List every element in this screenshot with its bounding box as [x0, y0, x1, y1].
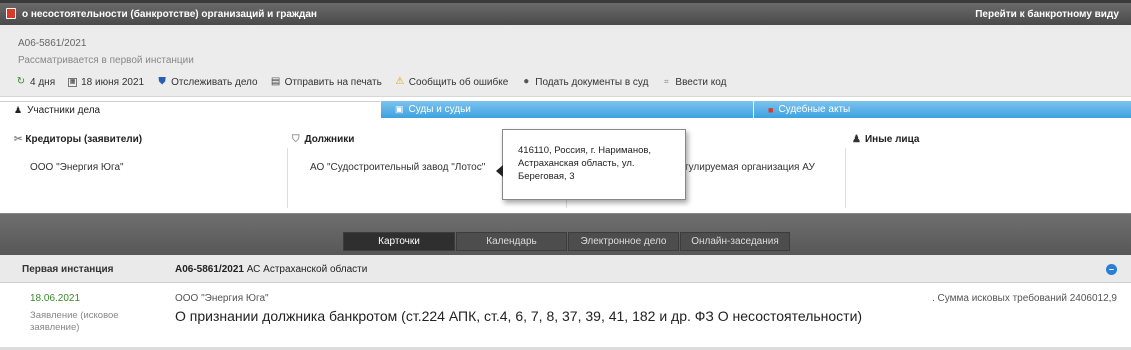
days-label: 4 дня — [30, 76, 56, 88]
card-party[interactable]: ООО "Энергия Юга" — [175, 293, 269, 304]
pdf-icon: ■ — [768, 104, 774, 115]
view-switcher-bar: Карточки Календарь Электронное дело Онла… — [0, 213, 1131, 255]
tab-online-sessions[interactable]: Онлайн-заседания — [680, 232, 790, 251]
case-category-title: о несостоятельности (банкротстве) органи… — [22, 9, 317, 20]
tab-electronic-case[interactable]: Электронное дело — [568, 232, 679, 251]
document-icon — [6, 8, 16, 19]
submit-documents-button[interactable]: ● Подать документы в суд — [521, 77, 648, 88]
calendar-icon: ▦ — [68, 77, 78, 87]
top-bar: о несостоятельности (банкротстве) органи… — [0, 0, 1131, 25]
tooltip-line: Астраханская область, ул. — [518, 158, 635, 169]
tab-court-acts-label: Судебные акты — [778, 104, 851, 115]
court-icon: ▣ — [395, 104, 404, 114]
address-tooltip: 416110, Россия, г. Нариманов, Астраханск… — [496, 129, 686, 200]
instance-case: А06-5861/2021 АС Астраханской области — [175, 264, 367, 275]
refresh-icon: ↻ — [16, 76, 26, 87]
collapse-icon[interactable]: – — [1106, 264, 1117, 275]
shield-icon: ⛊ — [158, 76, 166, 87]
view-tabs: Карточки Календарь Электронное дело Онла… — [343, 232, 791, 251]
column-divider — [845, 148, 846, 208]
instance-header: Первая инстанция А06-5861/2021 АС Астрах… — [0, 255, 1131, 283]
person-icon: ♟ — [14, 104, 23, 115]
instance-court: АС Астраханской области — [246, 264, 368, 275]
shield-icon: ⛉ — [292, 134, 300, 145]
instance-case-number[interactable]: А06-5861/2021 — [175, 264, 244, 275]
report-error-button[interactable]: ⚠ Сообщить об ошибке — [395, 77, 508, 88]
submit-documents-label: Подать документы в суд — [535, 76, 649, 88]
report-error-label: Сообщить об ошибке — [408, 76, 509, 88]
printer-icon: ▤ — [270, 76, 281, 87]
tab-courts-label: Суды и судьи — [408, 104, 471, 115]
upload-icon: ● — [523, 76, 530, 87]
third-party-name[interactable]: гулируемая организация АУ — [685, 162, 815, 173]
creditors-heading: ✂ Кредиторы (заявители) — [14, 134, 142, 145]
card-document-type: Заявление (исковое заявление) — [30, 310, 119, 333]
track-case-label: Отслеживать дело — [171, 76, 258, 88]
person-icon: ♟ — [852, 134, 861, 145]
tab-participants[interactable]: ♟ Участники дела — [0, 101, 380, 118]
date-label: 18 июня 2021 — [81, 76, 145, 88]
print-label: Отправить на печать — [284, 76, 382, 88]
case-status: Рассматривается в первой инстанции — [18, 55, 194, 66]
tooltip-line: 416110, Россия, г. Нариманов, — [518, 145, 652, 156]
tooltip-line: Береговая, 3 — [518, 171, 575, 182]
debtor-name[interactable]: АО "Судостроительный завод "Лотос" — [310, 162, 485, 173]
enter-code-label: Ввести код — [675, 76, 727, 88]
case-card: 18.06.2021 Заявление (исковое заявление)… — [0, 284, 1131, 350]
days-indicator: ↻ 4 дня — [16, 77, 55, 88]
tab-calendar[interactable]: Календарь — [456, 232, 567, 251]
warning-icon: ⚠ — [395, 76, 405, 87]
creditor-name[interactable]: ООО "Энергия Юга" — [30, 162, 124, 173]
case-number: А06-5861/2021 — [18, 38, 87, 49]
card-claim-amount: . Сумма исковых требований 2406012,9 — [931, 293, 1117, 304]
scissors-icon: ✂ — [14, 134, 23, 145]
tab-court-acts[interactable]: ■ Судебные акты — [753, 101, 1131, 118]
bankruptcy-view-link[interactable]: Перейти к банкротному виду — [975, 9, 1119, 20]
tab-participants-label: Участники дела — [27, 104, 101, 116]
others-heading: ♟ Иные лица — [852, 134, 919, 145]
key-icon: ⌗ — [664, 77, 669, 86]
case-header: А06-5861/2021 Рассматривается в первой и… — [0, 25, 1131, 97]
print-button[interactable]: ▤ Отправить на печать — [271, 77, 382, 88]
tab-courts[interactable]: ▣ Суды и судьи — [380, 101, 753, 118]
tab-cards[interactable]: Карточки — [343, 232, 455, 251]
debtors-heading-label: Должники — [304, 134, 355, 145]
case-tabs: ♟ Участники дела ▣ Суды и судьи ■ Судебн… — [0, 101, 1131, 118]
date-indicator: ▦ 18 июня 2021 — [68, 77, 144, 88]
others-heading-label: Иные лица — [864, 134, 920, 145]
column-divider — [287, 148, 288, 208]
tooltip-arrow — [496, 165, 503, 177]
instance-label: Первая инстанция — [22, 264, 114, 275]
enter-code-button[interactable]: ⌗ Ввести код — [661, 77, 726, 88]
creditors-heading-label: Кредиторы (заявители) — [25, 134, 143, 145]
card-date: 18.06.2021 — [30, 293, 81, 304]
track-case-button[interactable]: ⛊ Отслеживать дело — [157, 76, 258, 88]
case-toolbar: ↻ 4 дня ▦ 18 июня 2021 ⛊ Отслеживать дел… — [16, 75, 739, 89]
debtors-heading: ⛉ Должники — [292, 134, 354, 145]
card-description[interactable]: О признании должника банкротом (ст.224 А… — [175, 308, 862, 324]
